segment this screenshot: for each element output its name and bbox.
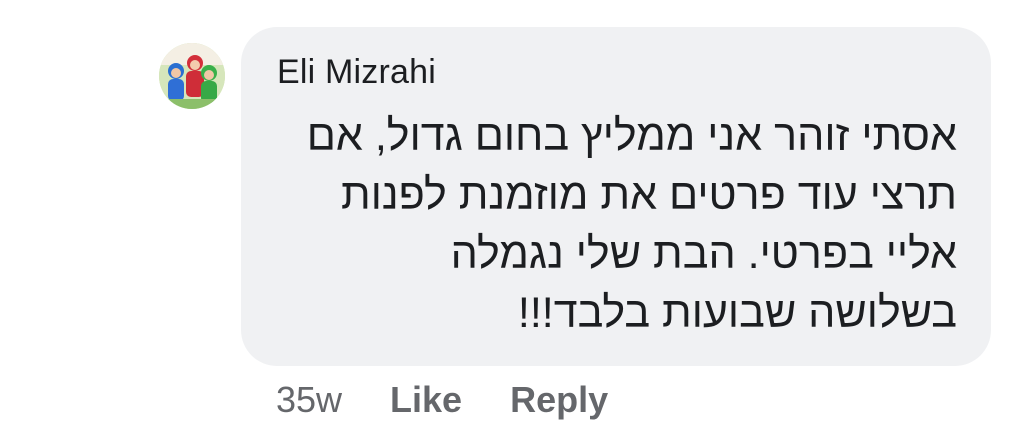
comment-timestamp[interactable]: 35w <box>276 379 342 421</box>
comment-text-line: אסתי זוהר אני ממליץ בחום גדול, אם <box>306 112 957 160</box>
comment-text-line: בשלושה שבועות בלבד!!! <box>517 289 957 337</box>
comment-bubble: Eli Mizrahi אסתי זוהר אני ממליץ בחום גדו… <box>241 27 991 366</box>
comment-text: אסתי זוהר אני ממליץ בחום גדול, אם תרצי ע… <box>267 107 957 343</box>
reply-button[interactable]: Reply <box>510 379 608 421</box>
avatar-photo-icon <box>159 43 225 109</box>
comment-text-line: אליי בפרטי. הבת שלי נגמלה <box>450 230 957 278</box>
comment-actions: 35w Like Reply <box>276 376 608 424</box>
comment-text-line: תרצי עוד פרטים את מוזמנת לפנות <box>341 171 957 219</box>
comment-author-name[interactable]: Eli Mizrahi <box>277 53 436 92</box>
like-button[interactable]: Like <box>390 379 462 421</box>
avatar[interactable] <box>159 43 225 109</box>
